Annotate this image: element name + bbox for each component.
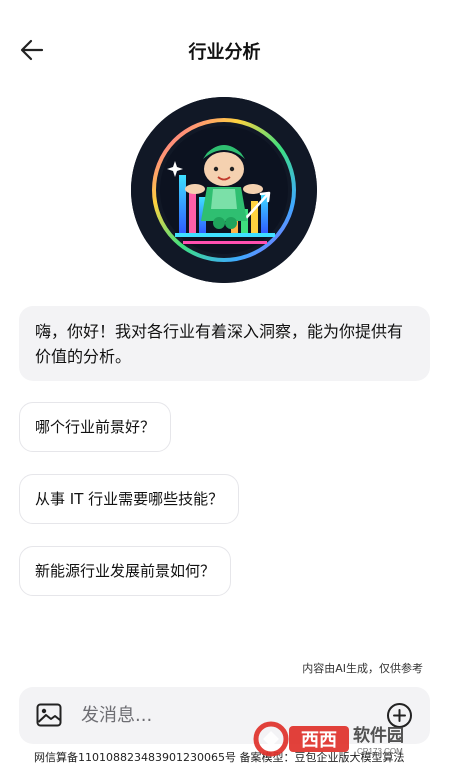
watermark-brand: 西西 [301, 730, 337, 750]
suggestion-chip[interactable]: 新能源行业发展前景如何？ [19, 546, 232, 596]
image-icon[interactable] [36, 703, 62, 727]
site-watermark-logo: 西西 软件园 CR173.COM [253, 721, 404, 757]
bot-avatar [131, 97, 317, 283]
watermark-url: CR173.COM [357, 747, 403, 756]
greeting-message: 嗨，你好！我对各行业有着深入洞察，能为你提供有价值的分析。 [19, 306, 430, 381]
industry-analysis-bot-avatar [131, 97, 317, 283]
watermark-text: 软件园 [353, 725, 404, 746]
ai-disclaimer: 内容由AI生成，仅供参考 [302, 662, 423, 675]
suggestion-chip[interactable]: 从事 IT 行业需要哪些技能？ [19, 474, 240, 524]
page-title: 行业分析 [188, 42, 261, 63]
suggestion-chip[interactable]: 哪个行业前景好？ [19, 402, 172, 452]
top-bar: 行业分析 [0, 0, 449, 96]
